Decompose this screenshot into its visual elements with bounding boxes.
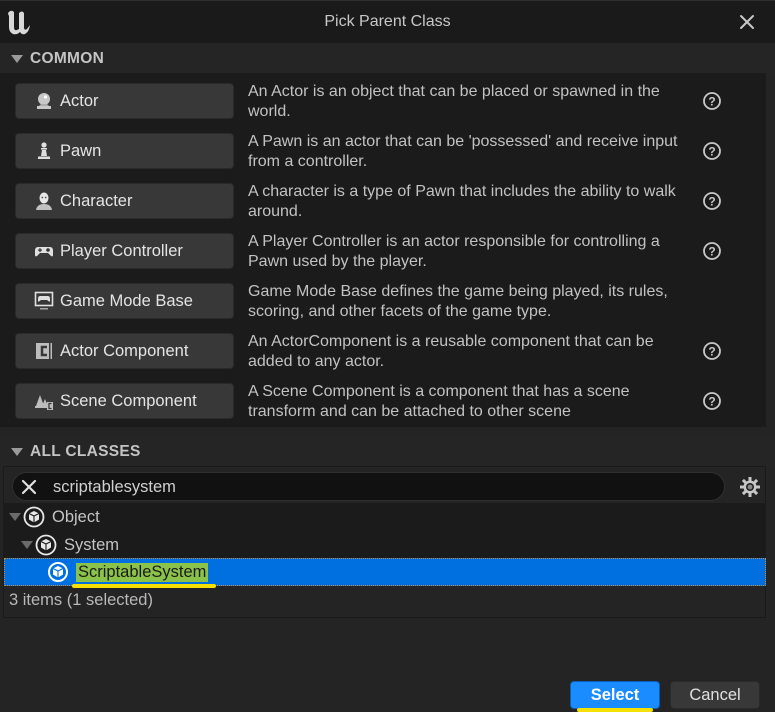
help-icon[interactable]: ? <box>702 141 722 161</box>
help-icon[interactable]: ? <box>702 91 722 111</box>
class-name: Scene Component <box>60 391 197 410</box>
game-mode-base-class-button[interactable]: Game Mode Base <box>15 283 234 319</box>
svg-text:?: ? <box>708 245 715 259</box>
common-class-row: Player Controller A Player Controller is… <box>0 223 766 273</box>
svg-text:?: ? <box>708 145 715 159</box>
tree-item-scriptablesystem[interactable]: ScriptableSystem <box>4 558 766 588</box>
class-name: Actor <box>60 91 99 110</box>
class-description: A Player Controller is an actor responsi… <box>248 233 660 270</box>
character-icon <box>34 191 54 211</box>
class-search-input[interactable] <box>53 476 713 498</box>
class-description: An Actor is an object that can be placed… <box>248 83 660 120</box>
class-tree: Object System ScriptableSystem <box>4 503 766 588</box>
common-section-header[interactable]: COMMON <box>0 44 775 74</box>
player-controller-class-button[interactable]: Player Controller <box>15 233 234 269</box>
collapse-triangle-icon[interactable] <box>11 448 23 456</box>
close-icon[interactable] <box>737 12 757 32</box>
class-description: An ActorComponent is a reusable componen… <box>248 333 654 370</box>
class-cube-icon <box>35 534 57 556</box>
help-icon[interactable]: ? <box>702 191 722 211</box>
select-button-label: Select <box>576 685 653 712</box>
title-bar: Pick Parent Class <box>0 0 775 43</box>
tree-item-object[interactable]: Object <box>4 503 766 531</box>
help-icon[interactable]: ? <box>702 241 722 261</box>
svg-text:?: ? <box>708 95 715 109</box>
tree-item-label: System <box>64 535 120 554</box>
pawn-icon <box>34 141 54 161</box>
tree-item-label: ScriptableSystem <box>71 562 217 588</box>
common-class-row: Actor Component An ActorComponent is a r… <box>0 323 766 373</box>
game-mode-icon <box>34 291 54 311</box>
gear-icon[interactable] <box>739 476 761 498</box>
help-icon[interactable]: ? <box>702 341 722 361</box>
section-label: ALL CLASSES <box>30 443 141 460</box>
class-description: A character is a type of Pawn that inclu… <box>248 183 676 220</box>
class-description: A Scene Component is a component that ha… <box>248 383 630 420</box>
expand-arrow-icon[interactable] <box>9 513 21 521</box>
svg-text:?: ? <box>708 195 715 209</box>
svg-text:?: ? <box>708 345 715 359</box>
cancel-button-label: Cancel <box>689 685 741 704</box>
expand-arrow-icon[interactable] <box>21 541 33 549</box>
item-count-status: 3 items (1 selected) <box>9 591 153 609</box>
actor-icon <box>34 91 54 111</box>
common-class-list: Actor An Actor is an object that can be … <box>0 73 766 427</box>
actor-component-icon <box>34 341 54 361</box>
cancel-button[interactable]: Cancel <box>670 681 760 709</box>
class-description: Game Mode Base defines the game being pl… <box>248 283 668 320</box>
character-class-button[interactable]: Character <box>15 183 234 219</box>
collapse-triangle-icon[interactable] <box>11 55 23 63</box>
help-icon[interactable]: ? <box>702 391 722 411</box>
class-name: Character <box>60 191 133 210</box>
class-cube-icon <box>23 506 45 528</box>
svg-text:?: ? <box>708 395 715 409</box>
tree-item-system[interactable]: System <box>4 531 766 559</box>
pawn-class-button[interactable]: Pawn <box>15 133 234 169</box>
class-name: Game Mode Base <box>60 291 193 310</box>
tree-item-label: Object <box>52 507 100 526</box>
scene-component-icon <box>34 391 54 411</box>
dialog-title: Pick Parent Class <box>324 13 451 30</box>
common-class-row: Character A character is a type of Pawn … <box>0 173 766 223</box>
common-class-row: Actor An Actor is an object that can be … <box>0 73 766 123</box>
common-class-row: Game Mode Base Game Mode Base defines th… <box>0 273 766 323</box>
class-name: Player Controller <box>60 241 183 260</box>
section-label: COMMON <box>30 50 105 67</box>
class-description: A Pawn is an actor that can be 'possesse… <box>248 133 678 170</box>
class-cube-icon <box>48 562 68 582</box>
actor-class-button[interactable]: Actor <box>15 83 234 119</box>
actor-component-class-button[interactable]: Actor Component <box>15 333 234 369</box>
class-name: Actor Component <box>60 341 189 360</box>
clear-search-icon[interactable] <box>20 478 38 496</box>
all-classes-section-header[interactable]: ALL CLASSES <box>0 437 775 467</box>
scene-component-class-button[interactable]: Scene Component <box>15 383 234 419</box>
common-class-row: Pawn A Pawn is an actor that can be 'pos… <box>0 123 766 173</box>
gamepad-icon <box>34 241 54 261</box>
class-search-box <box>12 472 725 501</box>
select-button[interactable]: Select <box>570 681 660 712</box>
common-class-row: Scene Component A Scene Component is a c… <box>0 373 766 423</box>
class-name: Pawn <box>60 141 102 160</box>
